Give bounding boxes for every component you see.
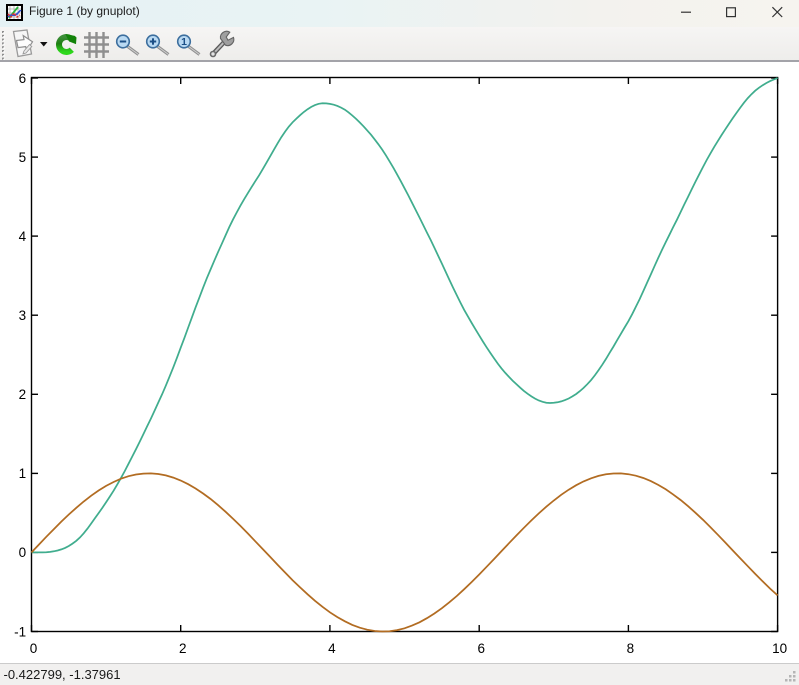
svg-text:10: 10 [772,641,787,656]
svg-text:8: 8 [627,641,635,656]
svg-text:4: 4 [328,641,336,656]
svg-text:4: 4 [19,229,27,244]
svg-text:1: 1 [19,466,27,481]
svg-text:6: 6 [477,641,485,656]
svg-text:-1: -1 [14,624,26,639]
svg-text:5: 5 [19,150,27,165]
svg-text:6: 6 [19,71,27,86]
svg-text:2: 2 [179,641,187,656]
svg-text:3: 3 [19,308,27,323]
svg-text:0: 0 [30,641,38,656]
svg-text:2: 2 [19,387,27,402]
svg-text:0: 0 [19,545,27,560]
